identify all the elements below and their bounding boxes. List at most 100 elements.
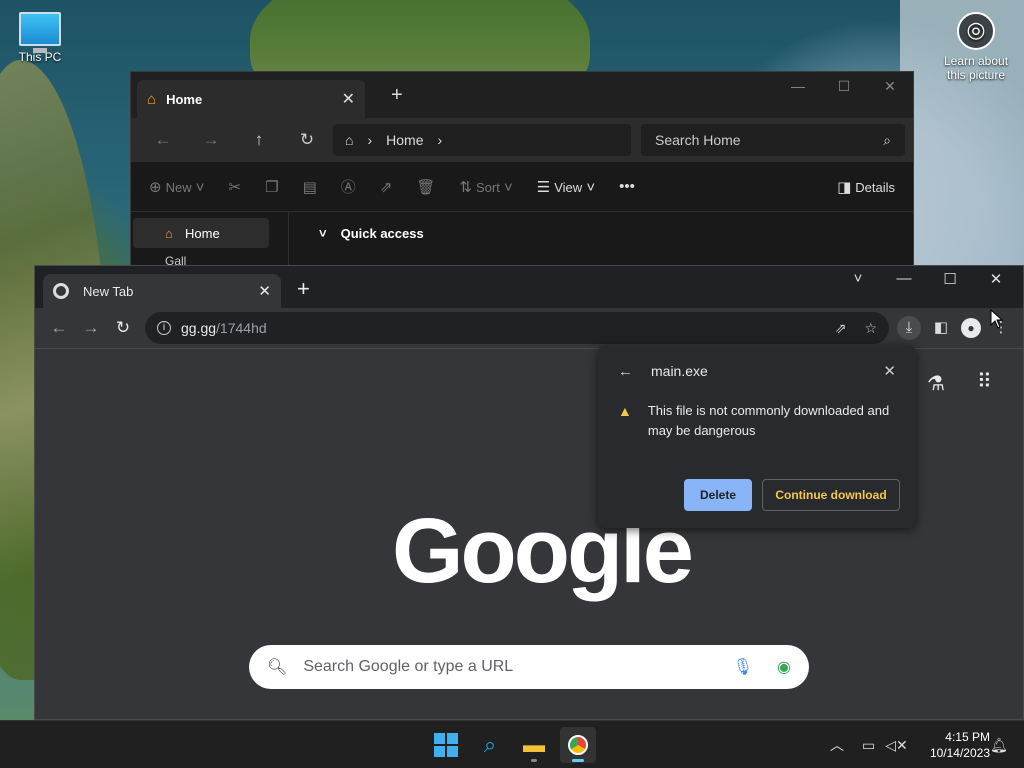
sidebar-item-home[interactable]: ⌂ Home	[133, 218, 269, 248]
omnibox[interactable]: i gg.gg/1744hd ⇗ ☆	[145, 312, 889, 344]
volume-muted-icon[interactable]: ◁✕	[885, 737, 908, 754]
chrome-logo-icon	[568, 735, 588, 755]
start-button[interactable]	[428, 727, 464, 763]
folder-icon: ▬	[523, 732, 545, 757]
explorer-sidebar: ⌂ Home Gall	[131, 212, 289, 270]
refresh-icon[interactable]: ↻	[283, 130, 331, 150]
maximize-icon[interactable]: ☐	[821, 78, 867, 95]
breadcrumb-home[interactable]: Home	[386, 132, 423, 148]
search-icon: ⌕	[883, 131, 891, 148]
download-actions: Delete Continue download	[684, 479, 900, 511]
profile-avatar-icon[interactable]: ●	[961, 318, 981, 338]
share-icon[interactable]: ⇗	[835, 320, 847, 337]
back-arrow-icon[interactable]: ←	[618, 363, 633, 380]
explorer-search-input[interactable]: Search Home ⌕	[641, 124, 905, 156]
close-icon[interactable]: ✕	[883, 362, 896, 380]
share-icon[interactable]: ⇗	[380, 178, 393, 196]
minimize-icon[interactable]: —	[881, 270, 927, 288]
close-tab-icon[interactable]: ✕	[258, 282, 271, 300]
explorer-search-placeholder: Search Home	[655, 132, 741, 148]
search-taskbar-button[interactable]: ⌕	[472, 727, 508, 763]
labs-flask-icon[interactable]: ⚗	[927, 371, 945, 396]
microphone-icon[interactable]: 🎙︎	[733, 657, 753, 677]
chrome-tab-title: New Tab	[83, 283, 134, 299]
forward-arrow-icon[interactable]: →	[75, 318, 107, 338]
explorer-tab-home[interactable]: ⌂ Home ✕	[137, 80, 365, 118]
close-tab-icon[interactable]: ✕	[342, 89, 355, 109]
sidebar-item-label: Home	[185, 225, 220, 241]
sort-label: Sort	[475, 179, 500, 195]
side-panel-icon[interactable]: ◧	[929, 316, 953, 340]
new-label: New	[165, 179, 192, 195]
back-arrow-icon[interactable]: ←	[139, 130, 187, 150]
file-explorer-window: ⌂ Home ✕ + — ☐ ✕ ← → ↑ ↻ ⌂ › Home › Sear…	[130, 71, 914, 271]
rename-icon[interactable]: Ⓐ	[341, 176, 356, 197]
reload-icon[interactable]: ↻	[107, 318, 139, 338]
view-button[interactable]: ☰ View ˅	[537, 178, 595, 196]
delete-icon[interactable]: 🗑	[416, 178, 435, 196]
up-arrow-icon[interactable]: ↑	[235, 130, 283, 150]
explorer-titlebar: ⌂ Home ✕ + — ☐ ✕	[131, 72, 913, 118]
notification-bell-icon[interactable]: 🔔︎	[990, 721, 1008, 768]
download-icon[interactable]: ⤓	[897, 316, 921, 340]
explorer-window-controls: — ☐ ✕	[775, 78, 913, 95]
site-info-icon[interactable]: i	[157, 321, 171, 335]
clock-time: 4:15 PM	[945, 730, 990, 744]
copy-icon[interactable]: ❐	[265, 178, 278, 196]
details-label: Details	[855, 179, 895, 195]
more-options-icon[interactable]: •••	[619, 178, 635, 195]
chrome-logo-icon	[53, 283, 69, 299]
desktop-icon-learn-about-picture[interactable]: ◎ Learn about this picture	[936, 12, 1016, 82]
forward-arrow-icon[interactable]: →	[187, 130, 235, 150]
close-icon[interactable]: ✕	[973, 270, 1019, 288]
camera-icon: ◎	[957, 12, 995, 50]
sort-button[interactable]: ⇅ Sort ˅	[459, 178, 512, 196]
url-host: gg.gg	[181, 320, 217, 336]
chevron-right-icon: ›	[367, 132, 373, 148]
close-icon[interactable]: ✕	[867, 78, 913, 95]
chrome-new-tab-button[interactable]: +	[297, 276, 310, 302]
cut-icon[interactable]: ✂	[229, 178, 242, 196]
continue-download-button[interactable]: Continue download	[762, 479, 900, 511]
running-indicator	[531, 759, 537, 762]
chrome-taskbar-button[interactable]	[560, 727, 596, 763]
chrome-window-controls: ˅ — ☐ ✕	[835, 270, 1019, 288]
search-icon: ⌕	[483, 732, 497, 757]
new-button[interactable]: ⊕ New ˅	[149, 178, 205, 196]
back-arrow-icon[interactable]: ←	[43, 318, 75, 338]
bookmark-star-icon[interactable]: ☆	[864, 320, 877, 337]
clock-date: 10/14/2023	[929, 746, 990, 760]
quick-access-section[interactable]: ˅ Quick access	[289, 212, 424, 270]
explorer-address-bar[interactable]: ⌂ › Home ›	[333, 124, 631, 156]
ntp-search-box[interactable]: 🔍︎ Search Google or type a URL 🎙︎ ◉	[249, 645, 809, 689]
download-bubble-header: ← main.exe ✕	[618, 362, 896, 381]
network-icon[interactable]: ▭	[862, 737, 875, 754]
taskbar: ⌕ ▬ ︿ ▭ ◁✕ 4:15 PM 10/14/2023 🔔︎	[0, 720, 1024, 768]
download-warning-text: This file is not commonly downloaded and…	[647, 403, 890, 438]
minimize-icon[interactable]: —	[775, 78, 821, 95]
chevron-right-icon[interactable]: ›	[438, 132, 443, 148]
file-explorer-taskbar-button[interactable]: ▬	[516, 727, 552, 763]
explorer-new-tab-button[interactable]: +	[391, 84, 403, 107]
delete-button[interactable]: Delete	[684, 479, 752, 511]
explorer-navbar: ← → ↑ ↻ ⌂ › Home › Search Home ⌕	[131, 118, 913, 162]
explorer-body: ⌂ Home Gall ˅ Quick access	[131, 212, 913, 270]
paste-icon[interactable]: ▤	[303, 178, 317, 196]
download-filename: main.exe	[651, 363, 708, 379]
chevron-up-icon[interactable]: ︿	[830, 735, 844, 755]
windows-logo-icon	[434, 733, 458, 757]
chrome-tab-new-tab[interactable]: New Tab ✕	[43, 274, 281, 308]
desktop-icon-this-pc[interactable]: This PC	[0, 12, 80, 64]
explorer-command-bar: ⊕ New ˅ ✂ ❐ ▤ Ⓐ ⇗ 🗑 ⇅ Sort ˅ ☰ View ˅ ••• ◨…	[131, 162, 913, 212]
google-apps-icon[interactable]: ⠿	[977, 369, 992, 394]
tab-search-icon[interactable]: ˅	[835, 270, 881, 288]
maximize-icon[interactable]: ☐	[927, 270, 973, 288]
clock[interactable]: 4:15 PM 10/14/2023	[914, 729, 990, 761]
warning-triangle-icon: ▲	[618, 403, 632, 419]
google-lens-icon[interactable]: ◉	[777, 657, 791, 677]
home-icon[interactable]: ⌂	[345, 132, 353, 148]
download-warning: ▲ This file is not commonly downloaded a…	[618, 401, 896, 441]
home-icon: ⌂	[147, 90, 157, 108]
details-button[interactable]: ◨ Details	[837, 178, 895, 196]
active-indicator	[572, 759, 584, 762]
